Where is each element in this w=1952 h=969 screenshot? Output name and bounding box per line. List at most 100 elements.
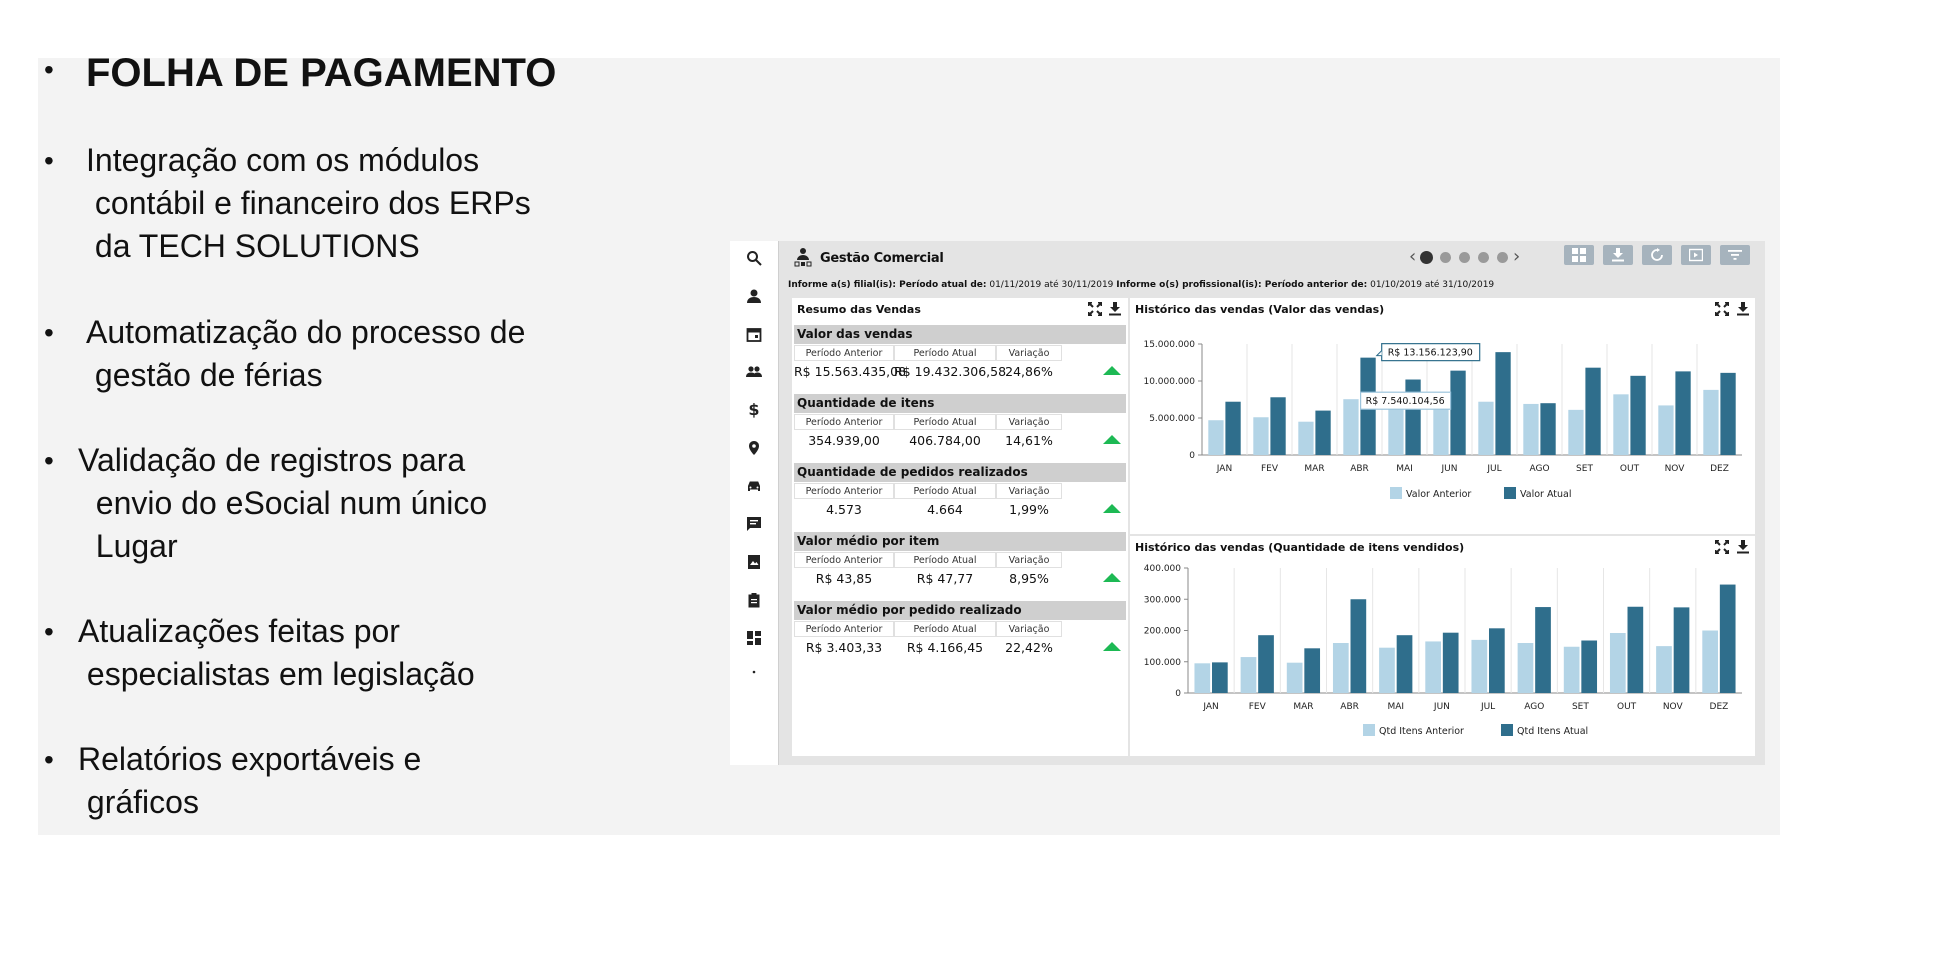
download-icon[interactable] bbox=[1108, 302, 1122, 316]
bullet-dot: • bbox=[44, 54, 54, 85]
sales-person-icon bbox=[794, 248, 812, 267]
bullet-text: Relatórios exportáveis e gráficos bbox=[78, 741, 422, 820]
values-row: 354.939,00 406.784,00 14,61% bbox=[794, 431, 1126, 451]
app-title: Gestão Comercial bbox=[820, 251, 944, 266]
x-tick-label: JAN bbox=[1202, 702, 1218, 712]
app-header: Gestão Comercial ‹ › bbox=[778, 241, 1765, 275]
y-tick-label: 100.000 bbox=[1144, 658, 1181, 668]
x-tick-label: JUL bbox=[1480, 702, 1495, 712]
refresh-icon bbox=[1651, 248, 1663, 261]
present-button[interactable] bbox=[1681, 245, 1711, 265]
dot-icon[interactable] bbox=[742, 660, 766, 684]
bar bbox=[1433, 406, 1449, 455]
x-tick-label: JUN bbox=[1433, 702, 1450, 712]
chevron-right-icon[interactable]: › bbox=[1513, 247, 1520, 267]
bar bbox=[1585, 367, 1601, 455]
calendar-icon[interactable] bbox=[742, 322, 766, 346]
clipboard-icon[interactable] bbox=[742, 588, 766, 612]
bar bbox=[1719, 584, 1736, 693]
x-tick-label: MAI bbox=[1387, 702, 1404, 712]
page-indicator: ‹ › bbox=[1409, 247, 1539, 267]
info-value: 01/10/2019 até 31/10/2019 bbox=[1367, 280, 1495, 290]
value-var: 14,61% bbox=[1005, 433, 1053, 448]
bullet-title: FOLHA DE PAGAMENTO bbox=[86, 51, 557, 95]
bullet-dot: • bbox=[44, 445, 54, 476]
layout-button[interactable] bbox=[1564, 245, 1594, 265]
bar-chart-items-qty: 0 100.000 200.000 300.000 400.000 JAN FEV MAR AB… bbox=[1144, 564, 1742, 737]
car-icon[interactable] bbox=[742, 474, 766, 498]
trend-up-icon bbox=[1103, 504, 1121, 513]
download-icon bbox=[1612, 248, 1624, 262]
column-headers: Período Anterior Período Atual Variação bbox=[794, 483, 1126, 499]
people-icon[interactable] bbox=[742, 360, 766, 384]
value-curr: 4.664 bbox=[927, 502, 963, 517]
chart-panel-sales-value: Histórico das vendas (Valor das vendas) … bbox=[1130, 298, 1755, 534]
bar bbox=[1673, 607, 1690, 693]
page-dot[interactable] bbox=[1420, 251, 1433, 264]
y-tick-label: 15.000.000 bbox=[1143, 340, 1195, 350]
bar bbox=[1563, 646, 1580, 693]
bar bbox=[1540, 403, 1556, 455]
tooltip-pointer bbox=[1375, 350, 1383, 357]
book-icon[interactable] bbox=[742, 550, 766, 574]
page-dot[interactable] bbox=[1440, 252, 1451, 263]
filter-button[interactable] bbox=[1720, 245, 1750, 265]
legend-label: Qtd Itens Anterior bbox=[1379, 726, 1464, 737]
x-tick-label: DEZ bbox=[1710, 464, 1729, 474]
location-icon[interactable] bbox=[742, 436, 766, 460]
refresh-button[interactable] bbox=[1642, 245, 1672, 265]
x-tick-label: MAR bbox=[1304, 464, 1324, 474]
chat-icon[interactable] bbox=[742, 512, 766, 536]
col-curr: Período Atual bbox=[894, 552, 996, 568]
trend-up-icon bbox=[1103, 642, 1121, 651]
download-button[interactable] bbox=[1603, 245, 1633, 265]
bullet-dot: • bbox=[44, 744, 54, 775]
chevron-left-icon[interactable]: ‹ bbox=[1409, 247, 1416, 267]
x-tick-label: MAI bbox=[1396, 464, 1413, 474]
value-var: 24,86% bbox=[1005, 364, 1053, 379]
bar bbox=[1315, 410, 1331, 455]
dollar-icon[interactable]: $ bbox=[742, 398, 766, 422]
bullet-text: Automatização do processo de gestão de f… bbox=[86, 314, 526, 393]
bar bbox=[1396, 635, 1413, 693]
expand-icon[interactable] bbox=[1088, 302, 1102, 316]
bar bbox=[1471, 639, 1488, 693]
page-dot[interactable] bbox=[1478, 252, 1489, 263]
page-dot[interactable] bbox=[1497, 252, 1508, 263]
col-prev: Período Anterior bbox=[794, 621, 894, 637]
value-curr: R$ 4.166,45 bbox=[906, 640, 984, 655]
bar bbox=[1225, 401, 1241, 455]
value-prev: R$ 43,85 bbox=[815, 571, 873, 586]
bar bbox=[1489, 628, 1505, 693]
value-prev: R$ 15.563.435,08 bbox=[794, 364, 907, 379]
value-prev: 4.573 bbox=[826, 502, 862, 517]
x-tick-label: FEV bbox=[1261, 464, 1279, 474]
info-label: Informe o(s) profissional(is): Período a… bbox=[1116, 280, 1368, 290]
x-tick-label: ABR bbox=[1340, 702, 1359, 712]
dashboard-icon[interactable] bbox=[742, 626, 766, 650]
bar bbox=[1656, 646, 1672, 693]
section-header: Quantidade de itens bbox=[794, 394, 1126, 413]
y-tick-label: 400.000 bbox=[1144, 564, 1181, 574]
bar bbox=[1627, 606, 1644, 693]
y-tick-label: 10.000.000 bbox=[1143, 377, 1195, 387]
bar bbox=[1194, 663, 1211, 693]
bar bbox=[1535, 607, 1551, 693]
col-prev: Período Anterior bbox=[794, 414, 894, 430]
search-icon[interactable] bbox=[742, 246, 766, 270]
bar bbox=[1703, 389, 1719, 455]
bar bbox=[1425, 641, 1441, 693]
bar bbox=[1450, 370, 1466, 455]
col-var: Variação bbox=[996, 552, 1062, 568]
legend-swatch bbox=[1504, 487, 1516, 499]
column-headers: Período Anterior Período Atual Variação bbox=[794, 552, 1126, 568]
value-var: 8,95% bbox=[1009, 571, 1049, 586]
person-icon[interactable] bbox=[742, 284, 766, 308]
bullet-text: Atualizações feitas por especialistas em… bbox=[78, 613, 475, 692]
bar bbox=[1720, 372, 1736, 455]
col-prev: Período Anterior bbox=[794, 345, 894, 361]
legend-swatch bbox=[1363, 724, 1375, 736]
bar bbox=[1613, 394, 1629, 455]
x-tick-label: FEV bbox=[1249, 702, 1267, 712]
page-dot[interactable] bbox=[1459, 252, 1470, 263]
